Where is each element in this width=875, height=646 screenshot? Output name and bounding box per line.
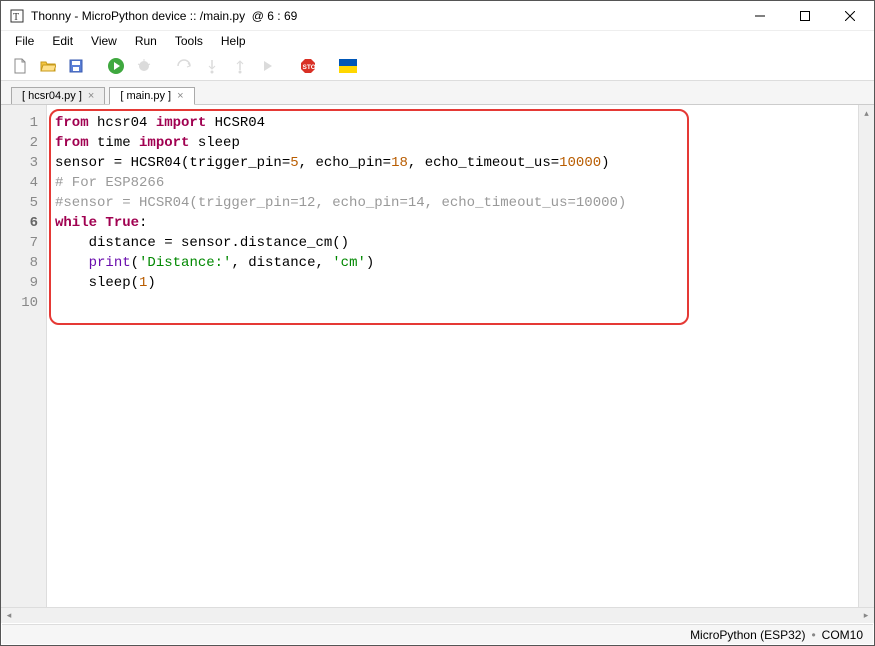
menu-file[interactable]: File xyxy=(7,32,42,50)
tab-hcsr04[interactable]: [ hcsr04.py ] × xyxy=(11,87,105,104)
resume-button[interactable] xyxy=(257,55,279,77)
window-title: Thonny - MicroPython device :: /main.py … xyxy=(31,9,737,23)
step-into-button[interactable] xyxy=(201,55,223,77)
scroll-right-arrow-icon[interactable]: ▸ xyxy=(858,608,874,623)
status-separator: • xyxy=(811,628,815,642)
line-number-current: 6 xyxy=(1,213,46,233)
new-file-button[interactable] xyxy=(9,55,31,77)
app-icon: T xyxy=(9,8,25,24)
device-path: MicroPython device :: /main.py xyxy=(82,9,245,23)
debug-button[interactable] xyxy=(133,55,155,77)
open-file-button[interactable] xyxy=(37,55,59,77)
toolbar: STOP xyxy=(1,51,874,81)
tab-label: [ hcsr04.py ] xyxy=(22,90,82,102)
menu-tools[interactable]: Tools xyxy=(167,32,211,50)
vertical-scrollbar[interactable]: ▴ xyxy=(858,105,874,621)
step-over-button[interactable] xyxy=(173,55,195,77)
scrollbar-track[interactable] xyxy=(17,608,858,623)
window-controls xyxy=(737,2,872,30)
tab-close-icon[interactable]: × xyxy=(177,90,183,102)
status-interpreter[interactable]: MicroPython (ESP32) xyxy=(690,628,805,642)
svg-text:STOP: STOP xyxy=(303,64,318,71)
code-editor[interactable]: from hcsr04 import HCSR04from time impor… xyxy=(47,105,858,301)
titlebar: T Thonny - MicroPython device :: /main.p… xyxy=(1,1,874,31)
menu-run[interactable]: Run xyxy=(127,32,165,50)
app-name: Thonny xyxy=(31,9,71,23)
status-port[interactable]: COM10 xyxy=(822,628,863,642)
step-out-button[interactable] xyxy=(229,55,251,77)
line-number: 3 xyxy=(1,153,46,173)
tab-label: [ main.py ] xyxy=(120,90,171,102)
menu-edit[interactable]: Edit xyxy=(44,32,81,50)
tab-close-icon[interactable]: × xyxy=(88,90,94,102)
line-number: 4 xyxy=(1,173,46,193)
line-number: 8 xyxy=(1,253,46,273)
scroll-left-arrow-icon[interactable]: ◂ xyxy=(1,608,17,623)
line-number: 7 xyxy=(1,233,46,253)
svg-text:T: T xyxy=(13,12,19,23)
line-number-gutter: 1 2 3 4 5 6 7 8 9 10 xyxy=(1,105,47,621)
maximize-button[interactable] xyxy=(782,2,827,30)
ukraine-flag-icon[interactable] xyxy=(337,55,359,77)
minimize-button[interactable] xyxy=(737,2,782,30)
statusbar: MicroPython (ESP32) • COM10 xyxy=(2,624,873,644)
line-number: 2 xyxy=(1,133,46,153)
menu-help[interactable]: Help xyxy=(213,32,254,50)
scroll-up-arrow-icon[interactable]: ▴ xyxy=(859,105,874,121)
line-number: 10 xyxy=(1,293,46,313)
close-button[interactable] xyxy=(827,2,872,30)
horizontal-scrollbar[interactable]: ◂ ▸ xyxy=(1,607,874,623)
run-button[interactable] xyxy=(105,55,127,77)
line-number: 1 xyxy=(1,113,46,133)
editor-tabs: [ hcsr04.py ] × [ main.py ] × xyxy=(1,81,874,105)
menu-view[interactable]: View xyxy=(83,32,125,50)
save-button[interactable] xyxy=(65,55,87,77)
cursor-position: @ 6 : 69 xyxy=(252,9,298,23)
line-number: 5 xyxy=(1,193,46,213)
stop-button[interactable]: STOP xyxy=(297,55,319,77)
editor-area: 1 2 3 4 5 6 7 8 9 10 from hcsr04 import … xyxy=(1,105,874,621)
line-number: 9 xyxy=(1,273,46,293)
tab-main[interactable]: [ main.py ] × xyxy=(109,87,194,105)
menubar: File Edit View Run Tools Help xyxy=(1,31,874,51)
